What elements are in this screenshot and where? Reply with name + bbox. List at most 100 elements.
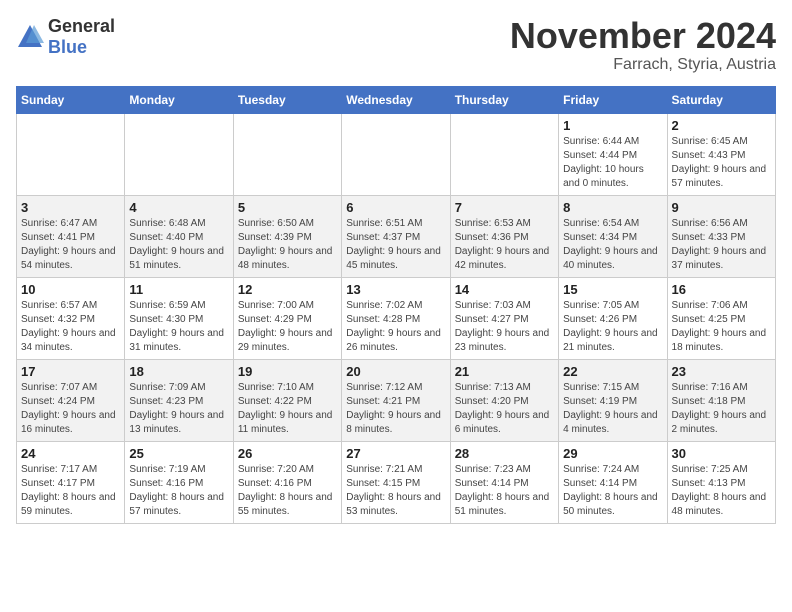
calendar-cell: 11 Sunrise: 6:59 AM Sunset: 4:30 PM Dayli… (125, 277, 233, 359)
calendar-cell (450, 113, 558, 195)
day-info: Sunrise: 6:44 AM Sunset: 4:44 PM Dayligh… (563, 135, 662, 191)
calendar-cell: 7Sunrise: 6:53 AM Sunset: 4:36 PM Daylig… (450, 195, 558, 277)
calendar-cell: 4 Sunrise: 6:48 AM Sunset: 4:40 PM Daylig… (125, 195, 233, 277)
calendar-cell (233, 113, 341, 195)
day-number: 3 (21, 200, 120, 215)
calendar-cell: 22 Sunrise: 7:15 AM Sunset: 4:19 PM Dayli… (559, 359, 667, 441)
day-number: 15 (563, 282, 662, 297)
day-number: 16 (672, 282, 771, 297)
day-info: Sunrise: 7:00 AM Sunset: 4:29 PM Dayligh… (238, 299, 337, 355)
calendar-cell: 6 Sunrise: 6:51 AM Sunset: 4:37 PM Daylig… (342, 195, 450, 277)
day-number: 29 (563, 446, 662, 461)
calendar-cell: 29Sunrise: 7:24 AM Sunset: 4:14 PM Dayli… (559, 441, 667, 523)
logo-general: General (48, 16, 115, 36)
day-number: 2 (672, 118, 771, 133)
day-info: Sunrise: 7:07 AM Sunset: 4:24 PM Dayligh… (21, 381, 120, 437)
calendar-cell (342, 113, 450, 195)
day-number: 13 (346, 282, 445, 297)
calendar-cell: 10 Sunrise: 6:57 AM Sunset: 4:32 PM Dayli… (17, 277, 125, 359)
day-info: Sunrise: 6:48 AM Sunset: 4:40 PM Dayligh… (129, 217, 228, 273)
day-info: Sunrise: 7:05 AM Sunset: 4:26 PM Dayligh… (563, 299, 662, 355)
calendar-cell: 24 Sunrise: 7:17 AM Sunset: 4:17 PM Dayli… (17, 441, 125, 523)
day-info: Sunrise: 6:54 AM Sunset: 4:34 PM Dayligh… (563, 217, 662, 273)
day-info: Sunrise: 6:56 AM Sunset: 4:33 PM Dayligh… (672, 217, 771, 273)
weekday-header-sunday: Sunday (17, 86, 125, 113)
weekday-header-saturday: Saturday (667, 86, 775, 113)
day-number: 27 (346, 446, 445, 461)
calendar-cell: 19 Sunrise: 7:10 AM Sunset: 4:22 PM Dayli… (233, 359, 341, 441)
day-number: 7 (455, 200, 554, 215)
day-info: Sunrise: 7:19 AM Sunset: 4:16 PM Dayligh… (129, 463, 228, 519)
day-info: Sunrise: 6:57 AM Sunset: 4:32 PM Dayligh… (21, 299, 120, 355)
day-number: 8 (563, 200, 662, 215)
day-number: 5 (238, 200, 337, 215)
day-number: 1 (563, 118, 662, 133)
calendar-cell: 2 Sunrise: 6:45 AM Sunset: 4:43 PM Daylig… (667, 113, 775, 195)
calendar-row-4: 24 Sunrise: 7:17 AM Sunset: 4:17 PM Dayli… (17, 441, 776, 523)
calendar-cell: 8 Sunrise: 6:54 AM Sunset: 4:34 PM Daylig… (559, 195, 667, 277)
weekday-header-monday: Monday (125, 86, 233, 113)
day-number: 9 (672, 200, 771, 215)
day-number: 24 (21, 446, 120, 461)
day-info: Sunrise: 7:10 AM Sunset: 4:22 PM Dayligh… (238, 381, 337, 437)
day-info: Sunrise: 6:47 AM Sunset: 4:41 PM Dayligh… (21, 217, 120, 273)
day-number: 22 (563, 364, 662, 379)
day-info: Sunrise: 6:51 AM Sunset: 4:37 PM Dayligh… (346, 217, 445, 273)
header: General Blue November 2024 Farrach, Styr… (16, 16, 776, 74)
calendar-cell: 26Sunrise: 7:20 AM Sunset: 4:16 PM Dayli… (233, 441, 341, 523)
calendar-cell: 5Sunrise: 6:50 AM Sunset: 4:39 PM Daylig… (233, 195, 341, 277)
day-number: 4 (129, 200, 228, 215)
day-info: Sunrise: 6:45 AM Sunset: 4:43 PM Dayligh… (672, 135, 771, 191)
day-number: 28 (455, 446, 554, 461)
day-info: Sunrise: 7:16 AM Sunset: 4:18 PM Dayligh… (672, 381, 771, 437)
calendar-cell: 13Sunrise: 7:02 AM Sunset: 4:28 PM Dayli… (342, 277, 450, 359)
day-info: Sunrise: 6:59 AM Sunset: 4:30 PM Dayligh… (129, 299, 228, 355)
calendar-cell: 14 Sunrise: 7:03 AM Sunset: 4:27 PM Dayli… (450, 277, 558, 359)
day-number: 25 (129, 446, 228, 461)
day-number: 21 (455, 364, 554, 379)
calendar-cell: 15 Sunrise: 7:05 AM Sunset: 4:26 PM Dayli… (559, 277, 667, 359)
calendar-cell: 28 Sunrise: 7:23 AM Sunset: 4:14 PM Dayli… (450, 441, 558, 523)
calendar-cell: 21 Sunrise: 7:13 AM Sunset: 4:20 PM Dayli… (450, 359, 558, 441)
title-area: November 2024 Farrach, Styria, Austria (510, 16, 776, 74)
calendar-table: SundayMondayTuesdayWednesdayThursdayFrid… (16, 86, 776, 524)
day-number: 14 (455, 282, 554, 297)
month-title: November 2024 (510, 16, 776, 56)
day-info: Sunrise: 7:13 AM Sunset: 4:20 PM Dayligh… (455, 381, 554, 437)
calendar-cell: 3 Sunrise: 6:47 AM Sunset: 4:41 PM Daylig… (17, 195, 125, 277)
day-number: 6 (346, 200, 445, 215)
day-number: 26 (238, 446, 337, 461)
day-number: 11 (129, 282, 228, 297)
day-number: 10 (21, 282, 120, 297)
weekday-header-tuesday: Tuesday (233, 86, 341, 113)
calendar-cell: 27 Sunrise: 7:21 AM Sunset: 4:15 PM Dayli… (342, 441, 450, 523)
day-info: Sunrise: 7:12 AM Sunset: 4:21 PM Dayligh… (346, 381, 445, 437)
calendar-row-1: 3 Sunrise: 6:47 AM Sunset: 4:41 PM Daylig… (17, 195, 776, 277)
day-info: Sunrise: 7:06 AM Sunset: 4:25 PM Dayligh… (672, 299, 771, 355)
calendar-cell: 30 Sunrise: 7:25 AM Sunset: 4:13 PM Dayli… (667, 441, 775, 523)
day-info: Sunrise: 7:23 AM Sunset: 4:14 PM Dayligh… (455, 463, 554, 519)
weekday-header-friday: Friday (559, 86, 667, 113)
calendar-cell: 20Sunrise: 7:12 AM Sunset: 4:21 PM Dayli… (342, 359, 450, 441)
day-number: 30 (672, 446, 771, 461)
calendar-row-2: 10 Sunrise: 6:57 AM Sunset: 4:32 PM Dayli… (17, 277, 776, 359)
calendar-cell: 16 Sunrise: 7:06 AM Sunset: 4:25 PM Dayli… (667, 277, 775, 359)
day-info: Sunrise: 7:25 AM Sunset: 4:13 PM Dayligh… (672, 463, 771, 519)
day-number: 23 (672, 364, 771, 379)
day-number: 12 (238, 282, 337, 297)
day-info: Sunrise: 7:17 AM Sunset: 4:17 PM Dayligh… (21, 463, 120, 519)
calendar-cell: 23 Sunrise: 7:16 AM Sunset: 4:18 PM Dayli… (667, 359, 775, 441)
day-info: Sunrise: 7:03 AM Sunset: 4:27 PM Dayligh… (455, 299, 554, 355)
calendar-cell (17, 113, 125, 195)
day-number: 19 (238, 364, 337, 379)
day-info: Sunrise: 7:15 AM Sunset: 4:19 PM Dayligh… (563, 381, 662, 437)
location-title: Farrach, Styria, Austria (510, 56, 776, 74)
logo-blue: Blue (48, 37, 87, 57)
weekday-header-thursday: Thursday (450, 86, 558, 113)
calendar-cell (125, 113, 233, 195)
calendar-cell: 17 Sunrise: 7:07 AM Sunset: 4:24 PM Dayli… (17, 359, 125, 441)
calendar-cell: 25 Sunrise: 7:19 AM Sunset: 4:16 PM Dayli… (125, 441, 233, 523)
day-info: Sunrise: 7:09 AM Sunset: 4:23 PM Dayligh… (129, 381, 228, 437)
day-number: 17 (21, 364, 120, 379)
day-info: Sunrise: 7:21 AM Sunset: 4:15 PM Dayligh… (346, 463, 445, 519)
